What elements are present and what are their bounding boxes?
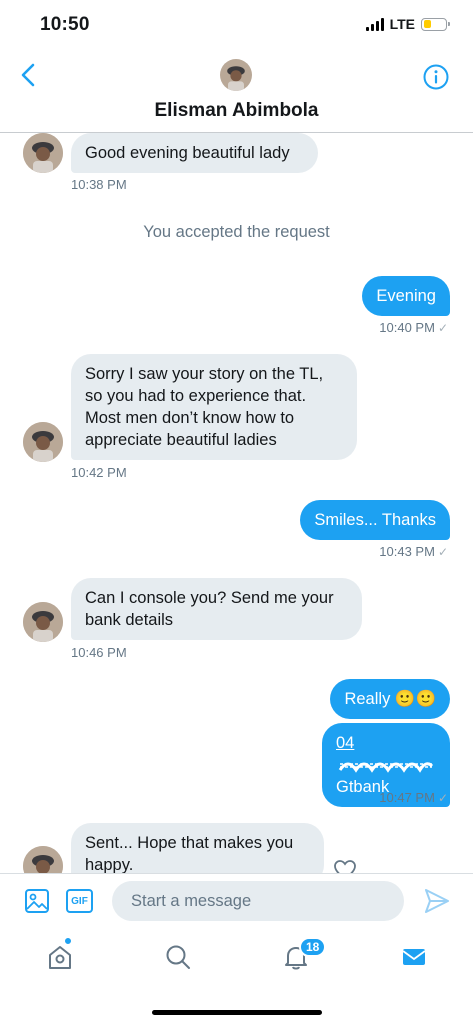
contact-name[interactable]: Elisman Abimbola [0,100,473,122]
sent-check-icon: ✓ [437,321,448,335]
message-line: appreciate beautiful ladies [85,431,277,449]
notification-badge: 18 [299,937,327,957]
message-bubble-outgoing[interactable]: Smiles... Thanks [300,500,450,540]
status-time: 10:50 [40,14,90,35]
home-new-indicator [64,937,72,945]
contact-avatar[interactable] [220,59,252,91]
gif-button[interactable]: GIF [66,889,93,913]
home-icon [49,946,71,969]
message-timestamp: 10:40 PM ✓ [379,320,448,335]
envelope-icon [402,949,426,965]
message-line: so you had to experience that. [85,387,307,405]
message-timestamp: 10:38 PM [71,177,127,192]
bottom-tab-bar: 18 [0,929,473,1024]
message-timestamp: 10:42 PM [71,465,127,480]
message-composer: GIF [0,873,473,929]
sender-avatar[interactable] [23,133,63,173]
back-button[interactable] [14,60,42,90]
status-bar: 10:50 LTE [0,0,473,50]
signal-icon [365,17,384,31]
network-label: LTE [389,16,415,32]
account-number[interactable]: 04 [336,734,354,752]
image-icon[interactable] [24,888,50,914]
message-line: Sorry I saw your story on the TL, [85,365,324,383]
message-bubble-outgoing[interactable]: Evening [362,276,450,316]
home-indicator[interactable] [152,1010,322,1015]
heart-icon[interactable] [333,859,357,873]
message-timestamp: 10:43 PM ✓ [379,544,448,559]
sent-check-icon: ✓ [437,545,448,559]
tab-search[interactable] [162,941,194,973]
message-bubble-incoming[interactable]: Good evening beautiful lady [71,133,318,173]
info-icon[interactable] [423,64,449,90]
message-timestamp: 10:47 PM ✓ [379,790,448,805]
message-list[interactable]: Good evening beautiful lady 10:38 PM You… [0,133,473,873]
tab-messages[interactable] [398,941,430,973]
timestamp-text: 10:47 PM [379,790,435,805]
message-line: Sent... Hope that makes you [85,834,294,852]
message-text: Really 🙂🙂 [344,690,436,708]
message-text: Smiles... Thanks [314,511,436,529]
message-input[interactable] [112,881,404,921]
message-text: Evening [376,287,436,305]
conversation-header: Elisman Abimbola [0,50,473,133]
message-line: Most men don’t know how to [85,409,295,427]
sender-avatar[interactable] [23,846,63,873]
search-icon [166,945,190,969]
account-number-line: 04 [336,732,436,776]
status-indicators: LTE [365,16,450,32]
chevron-left-icon [21,63,35,87]
send-icon[interactable] [423,887,451,915]
message-bubble-incoming[interactable]: Sorry I saw your story on the TL, so you… [71,354,357,460]
sender-avatar[interactable] [23,422,63,462]
sender-avatar[interactable] [23,602,63,642]
timestamp-text: 10:40 PM [379,320,435,335]
message-bubble-incoming[interactable]: Can I console you? Send me your bank det… [71,578,362,640]
timestamp-text: 10:43 PM [379,544,435,559]
sent-check-icon: ✓ [437,791,448,805]
message-text: Good evening beautiful lady [85,144,290,162]
battery-icon [421,17,450,31]
redaction-scribble [338,761,434,773]
system-notice: You accepted the request [143,223,330,241]
message-line: Can I console you? Send me your [85,589,334,607]
message-timestamp: 10:46 PM [71,645,127,660]
message-bubble-incoming[interactable]: Sent... Hope that makes you happy. [71,823,324,873]
message-line: bank details [85,611,174,629]
tab-home[interactable] [44,941,76,973]
message-line: happy. [85,856,134,873]
message-bubble-outgoing[interactable]: Really 🙂🙂 [330,679,450,719]
